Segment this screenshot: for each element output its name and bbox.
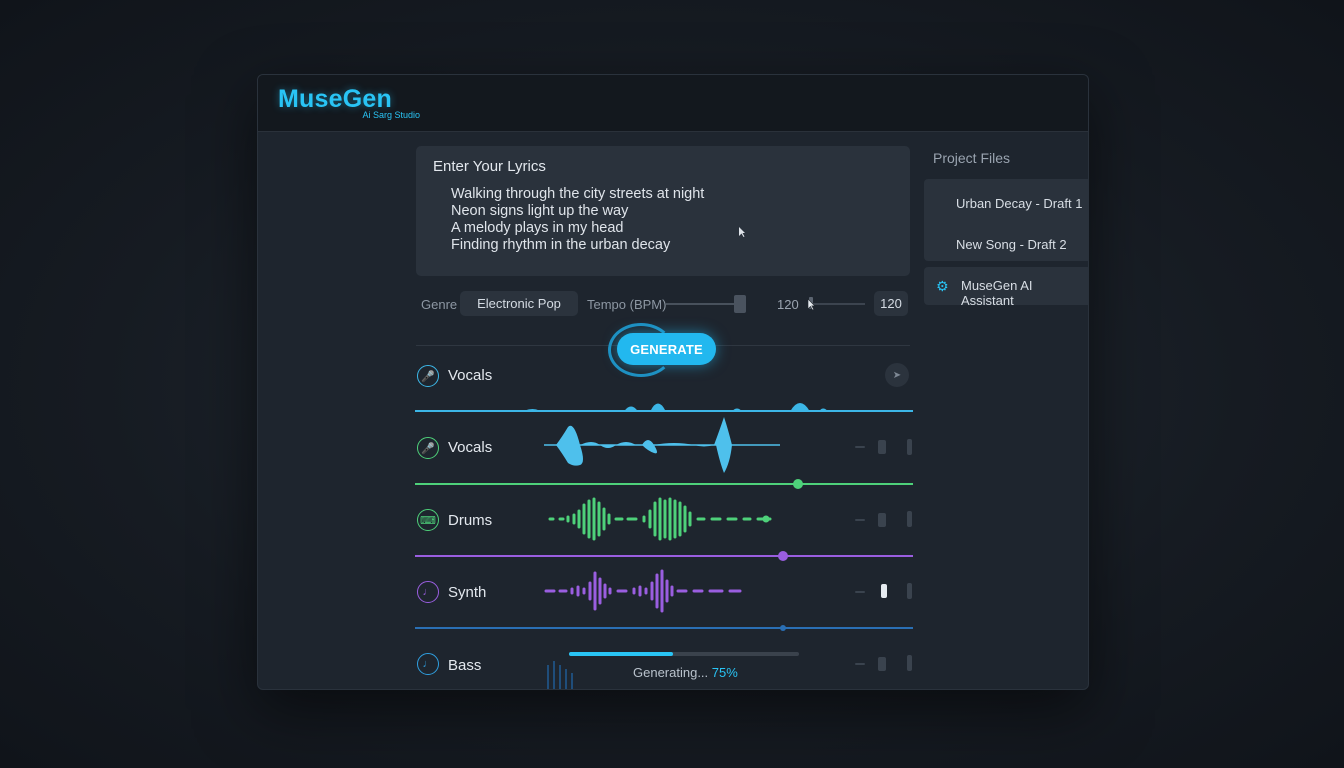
vocals-timeline[interactable]: [415, 410, 913, 412]
drums-timeline[interactable]: [415, 555, 913, 557]
keyboard-icon: ⌨: [417, 509, 439, 531]
lyric-line: Walking through the city streets at nigh…: [451, 186, 705, 202]
playhead-dot[interactable]: [778, 551, 788, 561]
mute-control[interactable]: [855, 446, 865, 448]
genre-label: Genre: [421, 297, 458, 312]
mute-control[interactable]: [855, 663, 865, 665]
progress-percent: 75%: [711, 665, 738, 680]
logo: MuseGen Ai Sarg Studio: [278, 85, 420, 120]
track-name: Bass: [448, 657, 482, 674]
file-item[interactable]: New Song - Draft 2: [956, 237, 1067, 252]
file-item[interactable]: Urban Decay - Draft 1: [956, 196, 1082, 211]
assistant-label: MuseGen AI Assistant: [961, 278, 1033, 308]
solo-control[interactable]: [907, 583, 912, 599]
lyric-line: A melody plays in my head: [451, 220, 624, 236]
volume-control[interactable]: [878, 513, 886, 527]
track-name: Vocals: [448, 367, 493, 384]
volume-control[interactable]: [881, 584, 887, 598]
mouse-pointer-icon: [807, 298, 816, 311]
solo-control[interactable]: [907, 439, 912, 455]
bass-waveform: [547, 661, 573, 689]
tempo-label: Tempo (BPM): [587, 297, 667, 312]
app-window: MuseGen Ai Sarg Studio Enter Your Lyrics…: [257, 74, 1089, 690]
lyric-line: Neon signs light up the way: [451, 203, 629, 219]
guitar-icon: ♩: [417, 581, 439, 603]
lyrics-title: Enter Your Lyrics: [433, 158, 546, 175]
solo-control[interactable]: [907, 655, 912, 671]
playhead-dot[interactable]: [793, 479, 803, 489]
volume-control[interactable]: [878, 440, 886, 454]
title-bar: MuseGen Ai Sarg Studio: [258, 75, 1088, 132]
synth-waveform: [544, 569, 742, 613]
progress-text: Generating... 75%: [633, 665, 738, 680]
mute-control[interactable]: [855, 519, 865, 521]
lyric-line: Finding rhythm in the urban decay: [451, 237, 671, 253]
microphone-icon: 🎤: [417, 437, 439, 459]
tempo-value: 120: [777, 297, 799, 312]
vocals-timeline[interactable]: [415, 483, 913, 485]
lyrics-input[interactable]: Enter Your Lyrics Walking through the ci…: [416, 146, 910, 276]
ai-assistant-button[interactable]: ⚙ MuseGen AI Assistant: [924, 267, 1088, 308]
project-files-title: Project Files: [933, 150, 1011, 166]
text-cursor-icon: [739, 227, 745, 237]
lyrics-text[interactable]: Walking through the city streets at nigh…: [451, 186, 704, 254]
track-name: Vocals: [448, 439, 493, 456]
track-name: Synth: [448, 584, 487, 601]
send-icon[interactable]: ➤: [885, 363, 909, 387]
volume-control[interactable]: [878, 657, 886, 671]
tempo-slider-thumb[interactable]: [734, 295, 746, 313]
vocals-waveform: [544, 417, 780, 473]
mute-control[interactable]: [855, 591, 865, 593]
tempo-input[interactable]: 120: [874, 291, 908, 316]
genre-select[interactable]: Electronic Pop: [460, 291, 578, 316]
microphone-icon: 🎤: [417, 365, 439, 387]
tempo-fine-slider[interactable]: [811, 303, 865, 305]
progress-fill: [569, 652, 673, 656]
generation-progress-bar: [569, 652, 799, 656]
tempo-slider-track[interactable]: [666, 303, 744, 305]
playhead-dot[interactable]: [780, 625, 786, 631]
solo-control[interactable]: [907, 511, 912, 527]
logo-subtitle: Ai Sarg Studio: [362, 110, 420, 120]
project-files-list: Urban Decay - Draft 1 New Song - Draft 2: [924, 179, 1088, 261]
drums-waveform: [548, 497, 772, 541]
track-name: Drums: [448, 512, 493, 529]
generate-button[interactable]: GENERATE: [617, 333, 716, 365]
synth-timeline[interactable]: [415, 627, 913, 629]
guitar-icon: ♩: [417, 653, 439, 675]
progress-label: Generating...: [633, 665, 709, 680]
robot-icon: ⚙: [936, 278, 949, 294]
